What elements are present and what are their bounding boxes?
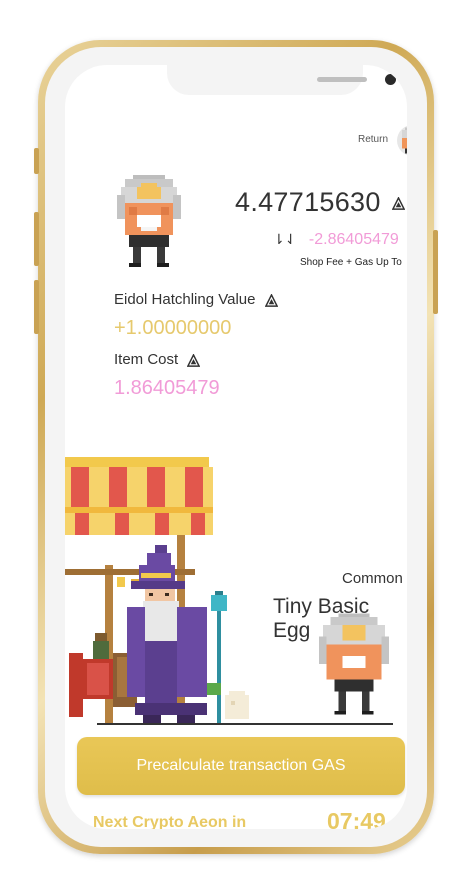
hatchling-value: +1.00000000 xyxy=(114,317,232,339)
balance-display: 4.47715630 xyxy=(235,187,406,218)
item-cost-value: 1.86405479 xyxy=(114,377,220,399)
return-avatar-button[interactable] xyxy=(397,125,407,156)
volume-down-button xyxy=(34,280,39,334)
next-aeon-label: Next Crypto Aeon in xyxy=(93,814,247,829)
power-button xyxy=(433,230,438,314)
gas-triangle-icon xyxy=(264,293,278,307)
mute-switch xyxy=(34,148,39,174)
balance-change: ⇂⇃ -2.86405479 xyxy=(273,231,399,249)
avatar-egg-icon xyxy=(402,127,407,154)
fee-note: Shop Fee + Gas Up To xyxy=(300,257,402,268)
return-label[interactable]: Return xyxy=(358,134,388,145)
item-cost-label-text: Item Cost xyxy=(114,351,179,368)
hatchling-label-text: Eidol Hatchling Value xyxy=(114,291,256,308)
notch xyxy=(167,65,396,95)
hatchling-egg-icon xyxy=(318,613,390,715)
app-screen: Return 4.47715630 ⇂⇃ -2.86405479 Shop Fe… xyxy=(65,65,407,829)
hatchling-value-label: Eidol Hatchling Value xyxy=(114,291,278,308)
phone-bezel: Return 4.47715630 ⇂⇃ -2.86405479 Shop Fe… xyxy=(45,47,427,847)
speaker xyxy=(317,77,367,82)
item-cost-label: Item Cost xyxy=(114,351,201,368)
phone-frame: Return 4.47715630 ⇂⇃ -2.86405479 Shop Fe… xyxy=(34,40,438,854)
gas-triangle-icon xyxy=(187,353,201,367)
down-arrows-icon: ⇂⇃ xyxy=(273,231,297,247)
aeon-countdown: 07:49 xyxy=(327,808,386,829)
gas-triangle-icon xyxy=(392,197,406,211)
precalculate-gas-button[interactable]: Precalculate transaction GAS xyxy=(77,737,405,795)
ground-line xyxy=(97,723,393,725)
balance-value: 4.47715630 xyxy=(235,187,381,217)
volume-up-button xyxy=(34,212,39,266)
balance-delta: -2.86405479 xyxy=(308,231,399,248)
egg-avatar-icon xyxy=(117,175,181,267)
front-camera xyxy=(385,74,396,85)
